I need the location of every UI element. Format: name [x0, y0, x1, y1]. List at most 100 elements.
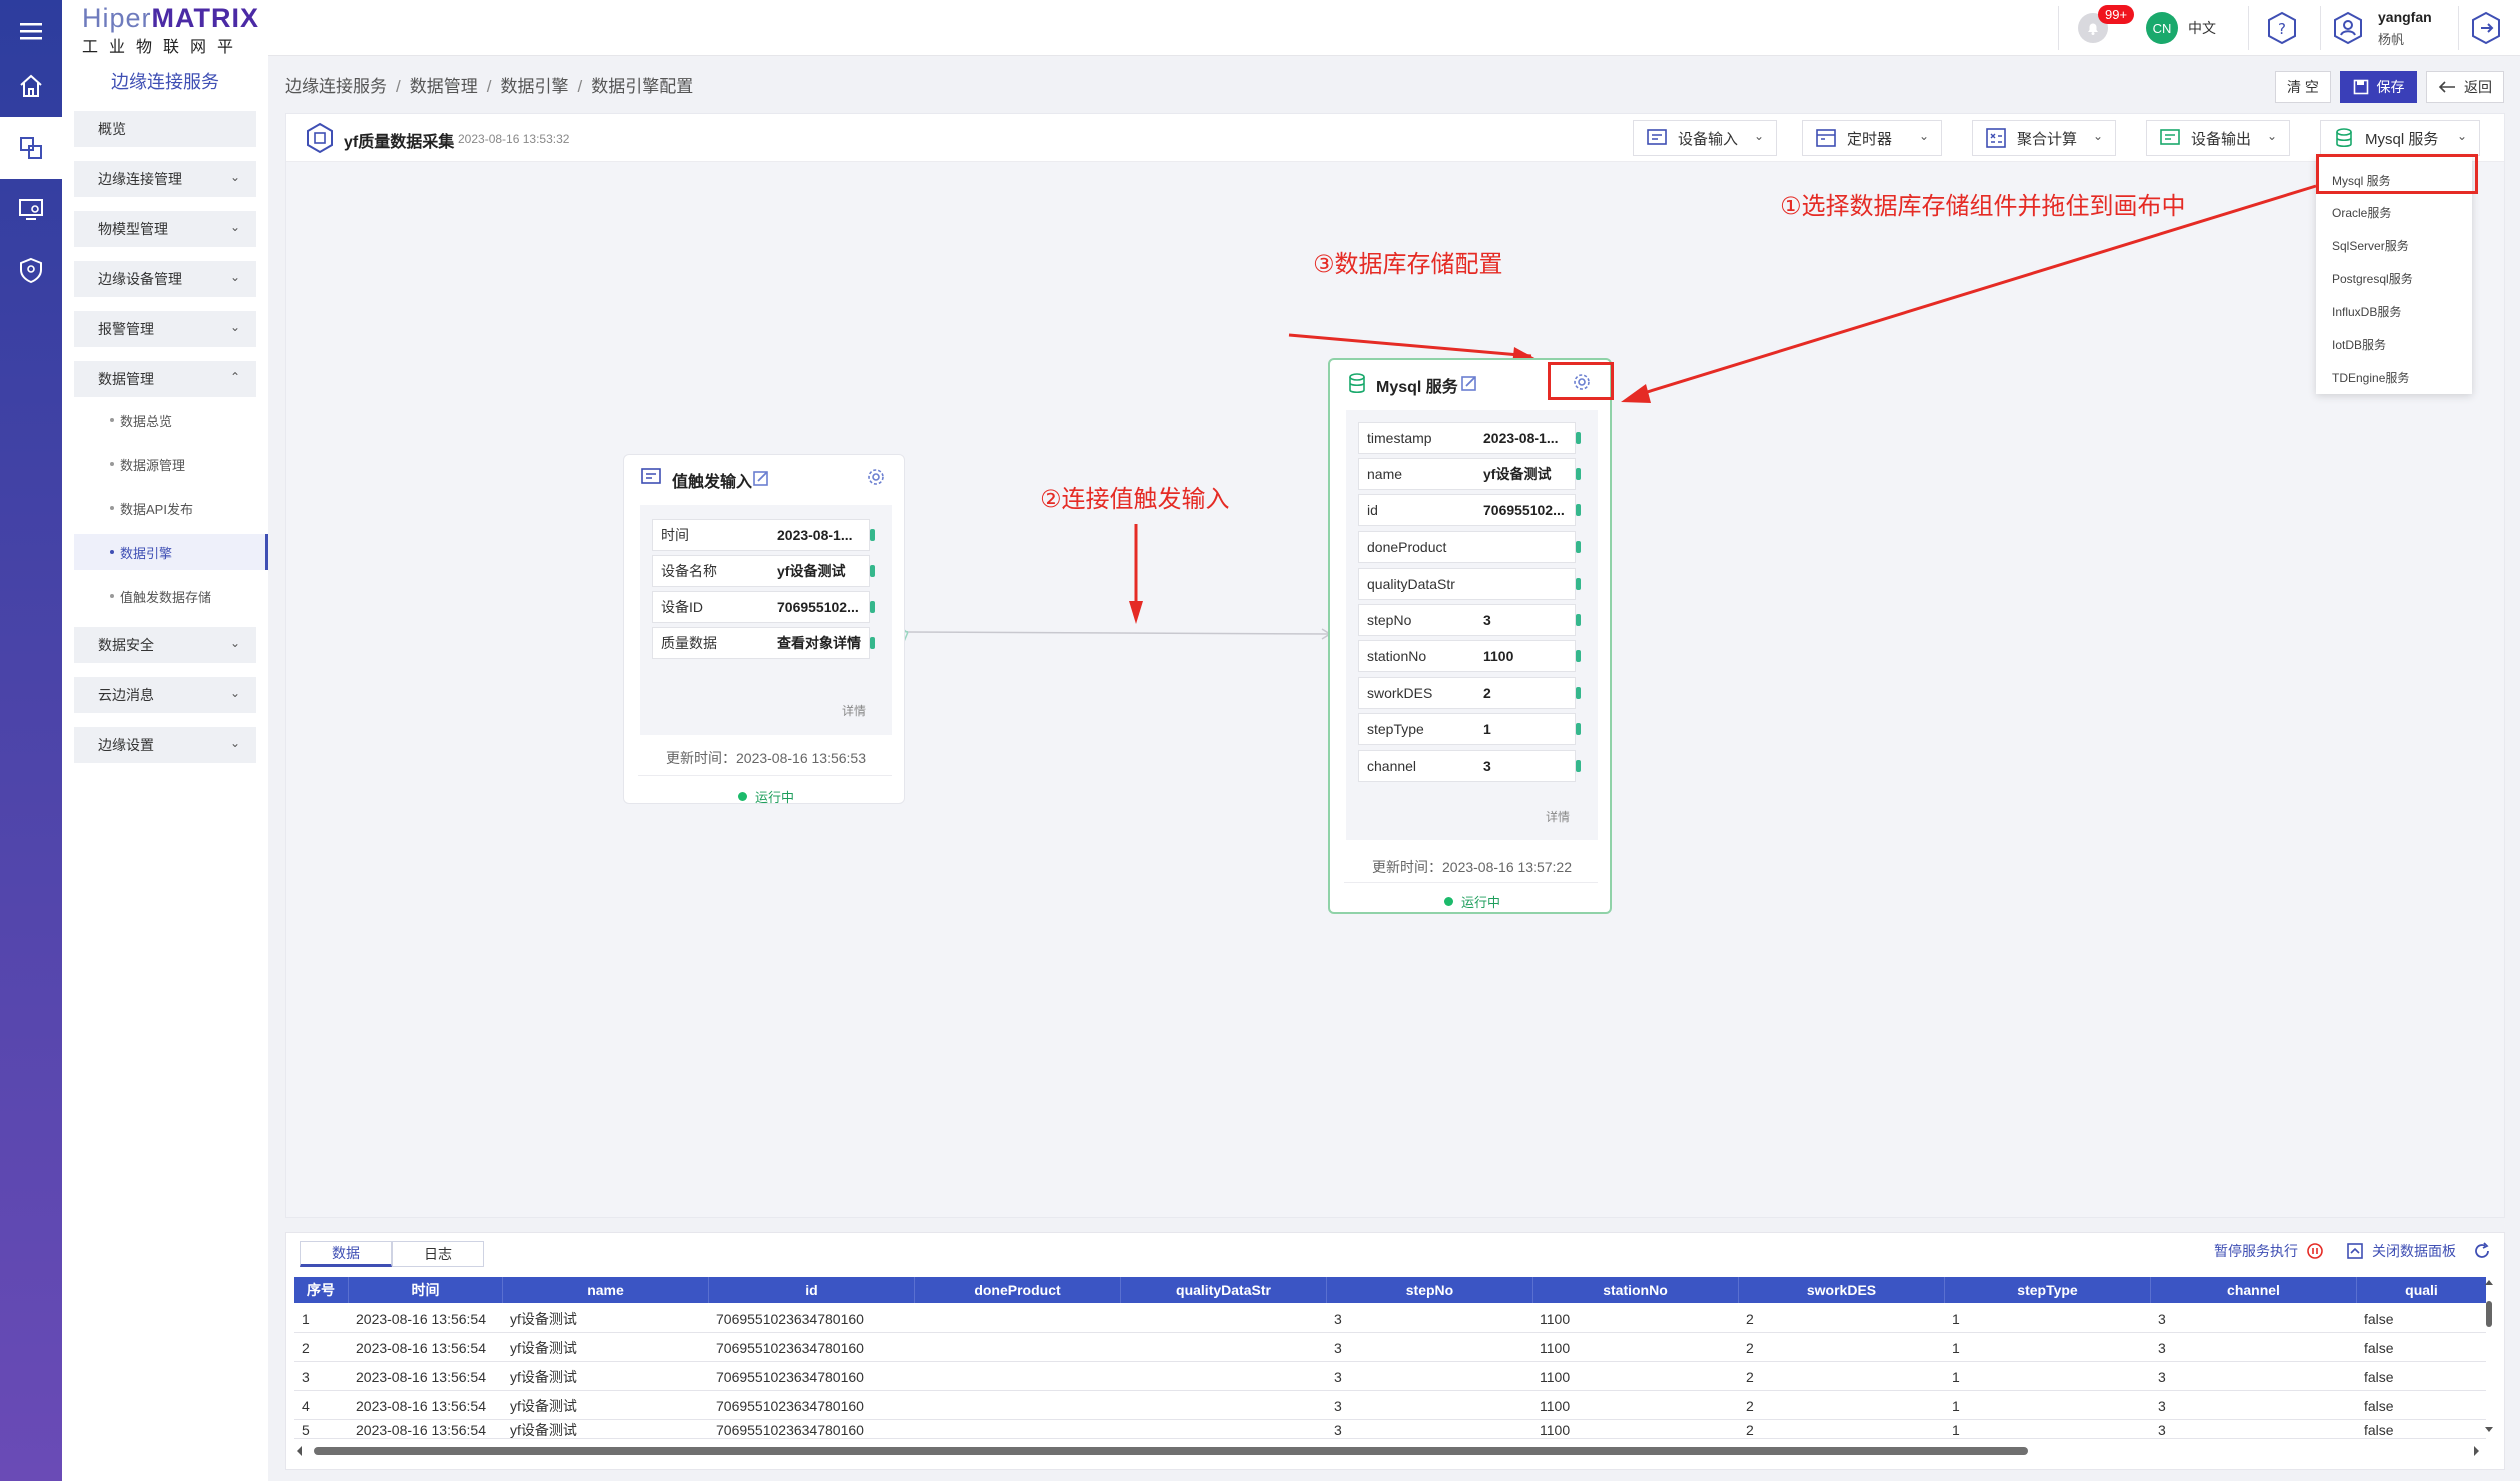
- save-button[interactable]: 保存: [2340, 71, 2417, 103]
- column-header[interactable]: sworkDES: [1738, 1277, 1944, 1303]
- language-label: 中文: [2188, 20, 2216, 36]
- field-row: name yf设备测试: [1358, 458, 1576, 490]
- table-row[interactable]: 2 2023-08-16 13:56:54 yf设备测试 70695510236347…: [294, 1334, 2486, 1362]
- field-row: 设备名称 yf设备测试: [652, 555, 870, 587]
- sidebar-item-edge-settings[interactable]: 边缘设置 ⌄: [74, 727, 256, 763]
- output-port[interactable]: [870, 601, 875, 613]
- sidebar-sub-data-overview[interactable]: 数据总览: [74, 402, 268, 438]
- input-port[interactable]: [1576, 614, 1581, 626]
- output-port[interactable]: [870, 637, 875, 649]
- table-row[interactable]: 3 2023-08-16 13:56:54 yf设备测试 70695510236347…: [294, 1363, 2486, 1391]
- column-header[interactable]: doneProduct: [914, 1277, 1120, 1303]
- breadcrumb-item[interactable]: 边缘连接服务: [285, 77, 387, 96]
- detail-link[interactable]: 详情: [1546, 808, 1570, 825]
- column-header[interactable]: qualityDataStr: [1120, 1277, 1326, 1303]
- sidebar-sub-trigger-storage[interactable]: 值触发数据存储: [74, 578, 268, 614]
- breadcrumb-item[interactable]: 数据引擎: [500, 77, 568, 96]
- notification-bell[interactable]: 99+: [2078, 0, 2138, 56]
- column-header[interactable]: name: [502, 1277, 708, 1303]
- column-header[interactable]: stationNo: [1532, 1277, 1738, 1303]
- breadcrumb-item[interactable]: 数据管理: [410, 77, 478, 96]
- sidebar-item-data-management[interactable]: 数据管理 ⌃: [74, 361, 256, 397]
- sidebar-item-thing-model[interactable]: 物模型管理 ⌄: [74, 211, 256, 247]
- tab-data[interactable]: 数据: [300, 1241, 392, 1267]
- annotation-step-2: ②连接值触发输入: [1040, 485, 1230, 513]
- table-cell: false: [2364, 1340, 2394, 1356]
- user-menu[interactable]: yangfan 杨帆: [2330, 0, 2432, 56]
- trigger-input-icon: [641, 468, 661, 484]
- pause-service-button[interactable]: 暂停服务执行: [2214, 1241, 2324, 1261]
- gear-icon[interactable]: [866, 467, 886, 487]
- help-icon[interactable]: ?: [2264, 0, 2300, 56]
- back-button[interactable]: 返回: [2426, 71, 2504, 103]
- close-data-panel-button[interactable]: 关闭数据面板: [2346, 1241, 2456, 1261]
- logout-icon[interactable]: [2468, 0, 2504, 56]
- input-port[interactable]: [1576, 723, 1581, 735]
- input-port[interactable]: [1576, 578, 1581, 590]
- sidebar-item-edge-device[interactable]: 边缘设备管理 ⌄: [74, 261, 256, 297]
- table-cell: 3: [1334, 1422, 1342, 1438]
- sidebar-item-cloud-edge-message[interactable]: 云边消息 ⌄: [74, 677, 256, 713]
- column-header[interactable]: quali: [2356, 1277, 2486, 1303]
- detail-link[interactable]: 详情: [842, 702, 866, 719]
- sidebar-sub-data-engine[interactable]: 数据引擎: [74, 534, 268, 570]
- sidebar-item-overview[interactable]: 概览: [74, 111, 256, 147]
- icon-rail: [0, 0, 62, 1481]
- sidebar-sub-data-api[interactable]: 数据API发布: [74, 490, 268, 526]
- output-port[interactable]: [870, 565, 875, 577]
- home-icon[interactable]: [0, 55, 62, 117]
- status-dot-icon: [1444, 897, 1453, 906]
- refresh-icon[interactable]: [2472, 1241, 2492, 1261]
- column-header[interactable]: stepType: [1944, 1277, 2150, 1303]
- edit-icon[interactable]: [1460, 374, 1478, 392]
- hamburger-menu-icon[interactable]: [0, 0, 62, 62]
- input-port[interactable]: [1576, 432, 1581, 444]
- input-port[interactable]: [1576, 541, 1581, 553]
- table-cell: 2: [302, 1340, 310, 1356]
- column-header[interactable]: stepNo: [1326, 1277, 1532, 1303]
- table-cell: [922, 1421, 1122, 1439]
- user-name: yangfan: [2378, 8, 2432, 25]
- column-header[interactable]: 时间: [348, 1277, 502, 1303]
- node-trigger-input[interactable]: 值触发输入 时间 2023-08-1... 设备名称 yf设备测试 设备ID 7069…: [623, 454, 905, 805]
- chevron-down-icon: ⌄: [229, 636, 240, 650]
- horizontal-scrollbar[interactable]: [294, 1443, 2494, 1459]
- table-cell: [922, 1334, 1122, 1362]
- node-mysql-service[interactable]: Mysql 服务 timestamp 2023-08-1... name yf设备测…: [1328, 358, 1614, 914]
- edit-icon[interactable]: [752, 469, 770, 487]
- sidebar-sub-data-source[interactable]: 数据源管理: [74, 446, 268, 482]
- language-switch[interactable]: CN 中文: [2146, 0, 2216, 56]
- table-cell: 3: [302, 1369, 310, 1385]
- annotation-step-1: ①选择数据库存储组件并拖住到画布中: [1780, 192, 2186, 220]
- field-row: timestamp 2023-08-1...: [1358, 422, 1576, 454]
- table-cell: [1128, 1421, 1328, 1439]
- column-header[interactable]: channel: [2150, 1277, 2356, 1303]
- table-cell: [1128, 1363, 1328, 1391]
- clear-button[interactable]: 清 空: [2275, 71, 2331, 103]
- column-header[interactable]: 序号: [294, 1277, 348, 1303]
- field-row: channel 3: [1358, 750, 1576, 782]
- shield-icon[interactable]: [0, 239, 62, 301]
- monitor-icon[interactable]: [0, 178, 62, 240]
- input-port[interactable]: [1576, 650, 1581, 662]
- input-port[interactable]: [1576, 687, 1581, 699]
- table-cell: 3: [2158, 1422, 2166, 1438]
- flow-canvas[interactable]: yf质量数据采集 2023-08-16 13:53:32 设备输入 ⌄ 定时器 ⌄ …: [285, 113, 2505, 1218]
- output-port[interactable]: [870, 529, 875, 541]
- table-cell: 1: [1952, 1398, 1960, 1414]
- sidebar-item-alarm[interactable]: 报警管理 ⌄: [74, 311, 256, 347]
- edge-connect-icon[interactable]: [0, 117, 62, 179]
- tab-log[interactable]: 日志: [392, 1241, 484, 1267]
- table-row[interactable]: 5 2023-08-16 13:56:54 yf设备测试 70695510236347…: [294, 1421, 2486, 1439]
- column-header[interactable]: id: [708, 1277, 914, 1303]
- table-row[interactable]: 4 2023-08-16 13:56:54 yf设备测试 70695510236347…: [294, 1392, 2486, 1420]
- table-row[interactable]: 1 2023-08-16 13:56:54 yf设备测试 70695510236347…: [294, 1305, 2486, 1333]
- vertical-scrollbar[interactable]: [2482, 1277, 2496, 1437]
- sidebar-item-data-security[interactable]: 数据安全 ⌄: [74, 627, 256, 663]
- input-port[interactable]: [1576, 468, 1581, 480]
- input-port[interactable]: [1576, 760, 1581, 772]
- table-cell: 2023-08-16 13:56:54: [356, 1311, 486, 1327]
- sidebar-item-edge-connect[interactable]: 边缘连接管理 ⌄: [74, 161, 256, 197]
- input-port[interactable]: [1576, 504, 1581, 516]
- table-cell: 3: [2158, 1311, 2166, 1327]
